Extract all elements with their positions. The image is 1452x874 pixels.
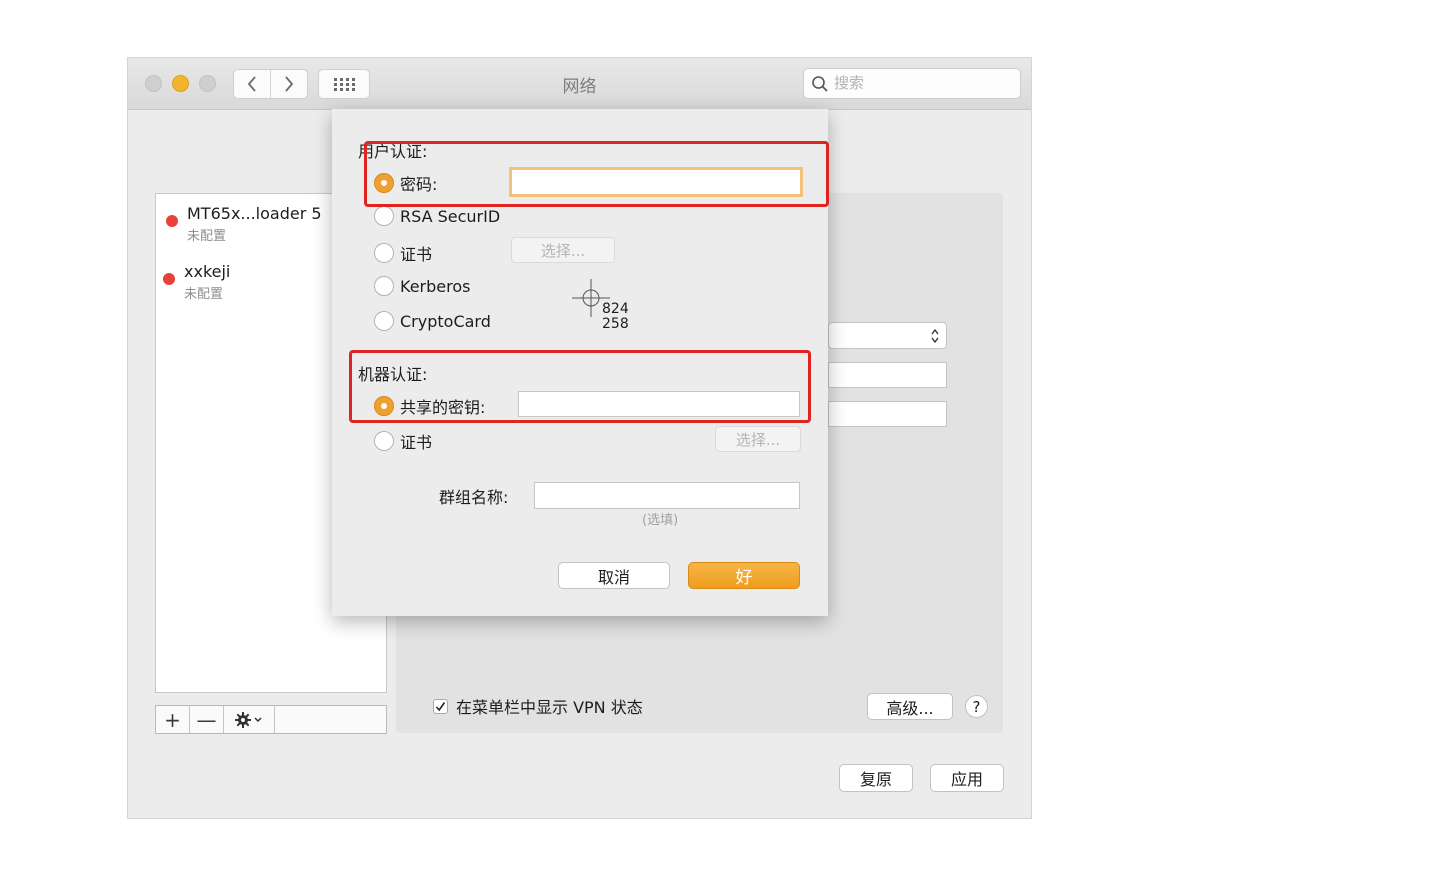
title-bar: 网络: [128, 58, 1031, 110]
status-dot: [166, 215, 178, 227]
radio-button[interactable]: [374, 311, 394, 331]
radio-button[interactable]: [374, 206, 394, 226]
service-status: 未配置: [187, 229, 227, 244]
status-dot: [163, 273, 175, 285]
advanced-button[interactable]: 高级...: [867, 693, 953, 720]
service-name: xxkeji: [184, 262, 231, 281]
search-field[interactable]: [803, 68, 1021, 99]
checkmark-icon: [435, 701, 446, 711]
radio-rsa-securid[interactable]: RSA SecurID: [374, 206, 500, 226]
radio-label: CryptoCard: [400, 311, 491, 331]
radio-button[interactable]: [374, 276, 394, 296]
radio-label: 证书: [400, 433, 433, 452]
cursor-y: 258: [602, 316, 629, 332]
revert-button[interactable]: 复原: [839, 764, 913, 792]
chevron-down-icon: [254, 716, 262, 722]
account-name-field[interactable]: [828, 401, 947, 427]
configuration-select[interactable]: [828, 322, 947, 349]
service-actions-button[interactable]: [224, 706, 275, 733]
radio-button[interactable]: [374, 243, 394, 263]
annotation-box-machine-auth: [349, 350, 811, 423]
gear-icon: [235, 711, 262, 728]
checkbox-label: 在菜单栏中显示 VPN 状态: [456, 698, 643, 717]
service-status: 未配置: [184, 287, 224, 302]
help-button[interactable]: ?: [965, 695, 988, 718]
server-address-field[interactable]: [828, 362, 947, 388]
cursor-x: 824: [602, 301, 629, 317]
search-icon: [812, 76, 828, 92]
cancel-button[interactable]: 取消: [558, 562, 670, 589]
show-vpn-status-checkbox[interactable]: 在菜单栏中显示 VPN 状态: [433, 694, 643, 718]
cursor-coordinates: 824 258: [602, 302, 629, 332]
radio-kerberos[interactable]: Kerberos: [374, 276, 470, 296]
search-input[interactable]: [834, 73, 1014, 93]
service-name: MT65x...loader 5: [187, 204, 322, 223]
radio-label: Kerberos: [400, 276, 471, 296]
radio-machine-certificate[interactable]: 证书: [374, 429, 432, 453]
ok-button[interactable]: 好: [688, 562, 800, 589]
radio-button[interactable]: [374, 431, 394, 451]
add-service-button[interactable]: +: [156, 706, 190, 733]
remove-service-button[interactable]: —: [190, 706, 224, 733]
annotation-box-user-auth: [364, 141, 829, 207]
user-cert-choose-button[interactable]: 选择...: [511, 237, 615, 263]
group-name-field[interactable]: [534, 482, 800, 509]
chevron-up-down-icon: [931, 328, 939, 344]
group-name-hint: (选填): [642, 513, 679, 528]
service-list-toolbar: + —: [155, 705, 387, 734]
radio-label: RSA SecurID: [400, 206, 501, 226]
apply-button[interactable]: 应用: [930, 764, 1004, 792]
machine-cert-choose-button[interactable]: 选择...: [715, 426, 801, 452]
radio-label: 证书: [400, 245, 433, 264]
radio-user-certificate[interactable]: 证书: [374, 241, 432, 265]
checkbox[interactable]: [433, 698, 448, 714]
group-name-label: 群组名称:: [439, 488, 509, 507]
radio-cryptocard[interactable]: CryptoCard: [374, 311, 491, 331]
